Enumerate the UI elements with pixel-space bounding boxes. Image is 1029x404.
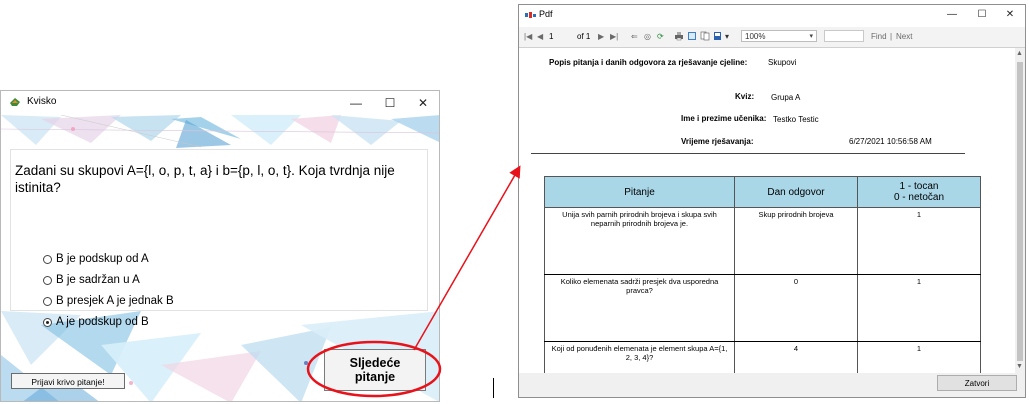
report-viewer-icon — [525, 12, 536, 18]
radio-button[interactable] — [43, 254, 52, 264]
back-icon[interactable]: ⇐ — [631, 32, 638, 41]
column-header-answer: Dan odgovor — [734, 176, 858, 208]
window-title: Pdf — [539, 9, 553, 19]
table-header-row: Pitanje Dan odgovor 1 - tocan 0 - netoča… — [544, 176, 981, 208]
time-value: 6/27/2021 10:56:58 AM — [849, 137, 932, 146]
close-button[interactable]: Zatvori — [937, 375, 1017, 391]
radio-button[interactable] — [43, 275, 52, 285]
report-heading-value: Skupovi — [768, 58, 797, 67]
table-row: Unija svih parnih prirodnih brojeva i sk… — [544, 207, 981, 275]
page-setup-icon[interactable] — [700, 31, 710, 41]
export-dropdown-icon[interactable]: ▾ — [725, 32, 729, 41]
next-button-label-line1: Sljedeće — [349, 356, 401, 370]
question-text: Zadani su skupovi A={l, o, p, t, a} i b=… — [15, 163, 395, 195]
stop-icon[interactable]: ◎ — [644, 32, 651, 41]
maximize-icon[interactable]: ☐ — [375, 93, 405, 113]
score-header-line2: 0 - netočan — [893, 192, 945, 203]
next-page-icon[interactable]: ▶ — [598, 32, 604, 41]
question-cell: Koliko elemenata sadrži presjek dva uspo… — [544, 274, 735, 342]
answer-cell: 4 — [734, 341, 858, 373]
option-label: A je podskup od B — [56, 316, 149, 328]
table-row: Koji od ponuđenih elemenata je element s… — [544, 341, 981, 373]
print-icon[interactable] — [674, 31, 684, 41]
next-question-button[interactable]: Sljedeće pitanje — [324, 349, 426, 391]
kvisko-window: Kvisko — ☐ ✕ Zadani su skupovi A={l, o, … — [0, 90, 440, 402]
kvisko-titlebar: Kvisko — ☐ ✕ — [1, 91, 439, 115]
student-label: Ime i prezime učenika: — [681, 114, 767, 123]
page-count: of 1 — [577, 32, 591, 41]
option-label: B je podskup od A — [56, 253, 149, 265]
option-label: B presjek A je jednak B — [56, 295, 174, 307]
score-header-line1: 1 - tocan — [899, 181, 939, 192]
report-page: Popis pitanja i danih odgovora za rješav… — [519, 48, 1015, 373]
quiz-label: Kviz: — [735, 92, 755, 101]
question-cell: Unija svih parnih prirodnih brojeva i sk… — [544, 207, 735, 275]
score-cell: 1 — [857, 207, 981, 275]
close-icon[interactable]: ✕ — [995, 7, 1025, 23]
last-page-icon[interactable]: ▶| — [610, 32, 618, 41]
minimize-icon[interactable]: — — [341, 93, 371, 113]
answer-option-4[interactable]: A je podskup od B — [43, 316, 149, 328]
option-label: B je sadržan u A — [56, 274, 140, 286]
find-button[interactable]: Find — [871, 32, 887, 41]
time-label: Vrijeme rješavanja: — [681, 137, 754, 146]
report-heading-label: Popis pitanja i danih odgovora za rješav… — [549, 58, 748, 67]
report-wrong-question-button[interactable]: Prijavi krivo pitanje! — [11, 373, 125, 389]
column-header-score: 1 - tocan 0 - netočan — [857, 176, 981, 208]
table-row: Koliko elemenata sadrži presjek dva uspo… — [544, 274, 981, 342]
zoom-select[interactable]: 100% ▾ — [741, 30, 817, 42]
close-icon[interactable]: ✕ — [408, 93, 438, 113]
pdf-footer: Zatvori — [519, 373, 1025, 397]
window-title: Kvisko — [27, 96, 57, 107]
score-cell: 1 — [857, 274, 981, 342]
divider — [493, 378, 494, 398]
radio-button[interactable] — [43, 296, 52, 306]
column-header-question: Pitanje — [544, 176, 735, 208]
previous-page-icon[interactable]: ◀ — [537, 32, 543, 41]
first-page-icon[interactable]: |◀ — [524, 32, 532, 41]
minimize-icon[interactable]: — — [937, 7, 967, 23]
maximize-icon[interactable]: ☐ — [967, 7, 997, 23]
print-layout-icon[interactable] — [687, 31, 697, 41]
app-icon — [10, 98, 20, 106]
student-value: Testko Testic — [773, 115, 819, 124]
next-button-label-line2: pitanje — [354, 370, 396, 384]
scrollbar-thumb[interactable] — [1017, 62, 1023, 361]
report-toolbar: |◀ ◀ 1 of 1 ▶ ▶| ⇐ ◎ ⟳ ▾ 100% ▾ Find | N… — [519, 27, 1025, 48]
quiz-value: Grupa A — [771, 93, 801, 102]
current-page-field[interactable]: 1 — [549, 32, 553, 41]
pdf-titlebar: Pdf — ☐ ✕ — [519, 5, 1025, 27]
answer-option-3[interactable]: B presjek A je jednak B — [43, 295, 174, 307]
vertical-scrollbar[interactable]: ▲ ▼ — [1015, 48, 1025, 373]
answers-table: Pitanje Dan odgovor 1 - tocan 0 - netoča… — [544, 176, 981, 373]
pdf-viewer-window: Pdf — ☐ ✕ |◀ ◀ 1 of 1 ▶ ▶| ⇐ ◎ ⟳ ▾ 100% … — [518, 4, 1026, 398]
refresh-icon[interactable]: ⟳ — [657, 32, 664, 41]
question-panel: Zadani su skupovi A={l, o, p, t, a} i b=… — [10, 149, 428, 328]
question-cell: Koji od ponuđenih elemenata je element s… — [544, 341, 735, 373]
answer-cell: Skup prirodnih brojeva — [734, 207, 858, 275]
score-cell: 1 — [857, 341, 981, 373]
find-separator: | — [890, 32, 893, 41]
scroll-down-icon[interactable]: ▼ — [1016, 363, 1023, 370]
chevron-down-icon: ▾ — [809, 33, 813, 40]
radio-button-selected[interactable] — [43, 317, 52, 327]
scroll-up-icon[interactable]: ▲ — [1016, 50, 1023, 57]
find-input[interactable] — [824, 30, 864, 42]
answer-option-1[interactable]: B je podskup od A — [43, 253, 149, 265]
zoom-value: 100% — [745, 32, 766, 41]
answer-cell: 0 — [734, 274, 858, 342]
find-next-button[interactable]: Next — [896, 32, 912, 41]
separator-line — [531, 153, 965, 154]
answer-option-2[interactable]: B je sadržan u A — [43, 274, 140, 286]
export-icon[interactable] — [713, 31, 723, 41]
